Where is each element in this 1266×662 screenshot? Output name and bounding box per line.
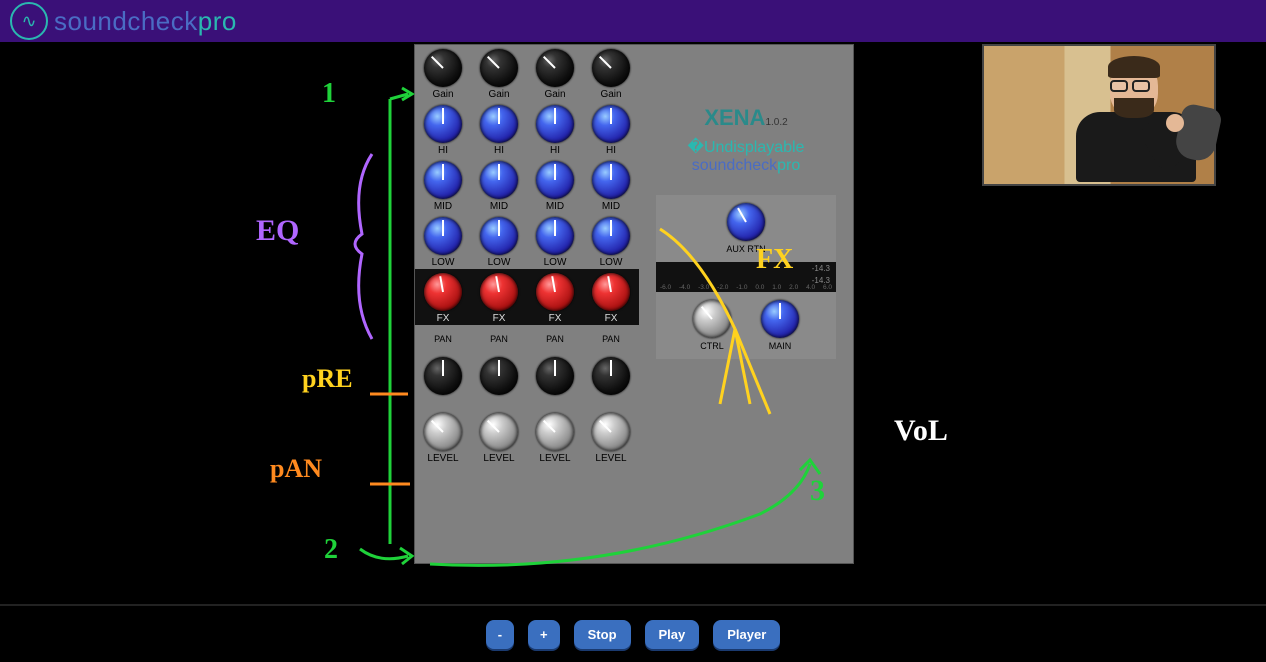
- pan-label: PAN: [546, 334, 564, 344]
- pan-knob[interactable]: [480, 357, 518, 395]
- low-label: LOW: [432, 257, 455, 268]
- product-brand-b: pro: [777, 157, 800, 174]
- level-label: LEVEL: [483, 453, 514, 464]
- low-label: LOW: [544, 257, 567, 268]
- level-knob[interactable]: [480, 413, 518, 451]
- mid-label: MID: [490, 201, 508, 212]
- mid-label: MID: [546, 201, 564, 212]
- pan-label: PAN: [490, 334, 508, 344]
- product-name: XENA: [704, 105, 765, 130]
- level-knob[interactable]: [592, 413, 630, 451]
- player-button[interactable]: Player: [713, 620, 780, 649]
- annotation-pre: pRE: [302, 364, 353, 394]
- hi-label: HI: [494, 145, 504, 156]
- gain-knob[interactable]: [424, 49, 462, 87]
- hi-knob[interactable]: [424, 105, 462, 143]
- zoom-in-button[interactable]: +: [528, 620, 560, 649]
- gain-label: Gain: [600, 89, 621, 100]
- low-knob[interactable]: [592, 217, 630, 255]
- mid-label: MID: [602, 201, 620, 212]
- fx-label: FX: [605, 313, 618, 324]
- brand-wordmark: soundcheckpro: [54, 6, 237, 37]
- product-version: 1.0.2: [765, 117, 787, 128]
- presenter-webcam: [982, 44, 1216, 186]
- master-panel: AUX RTN -14.3 -14.3 -6.0-4.0-3.0-2.0-1.0…: [656, 195, 836, 359]
- meter-ticks: -6.0-4.0-3.0-2.0-1.00.01.02.04.06.0: [656, 284, 836, 291]
- output-meter: -14.3 -14.3 -6.0-4.0-3.0-2.0-1.00.01.02.…: [656, 262, 836, 292]
- pan-label: PAN: [602, 334, 620, 344]
- low-knob[interactable]: [480, 217, 518, 255]
- fx-label: FX: [493, 313, 506, 324]
- mid-knob[interactable]: [536, 161, 574, 199]
- low-knob[interactable]: [424, 217, 462, 255]
- brand-word-a: soundcheck: [54, 6, 198, 36]
- header-bar: ∿ soundcheckpro: [0, 0, 1266, 44]
- fx-knob[interactable]: [536, 273, 574, 311]
- ctrl-knob[interactable]: [693, 300, 731, 338]
- stage: Gain HI MID LOW FX PAN LEVEL Gain HI MID…: [0, 44, 1266, 604]
- pan-knob[interactable]: [592, 357, 630, 395]
- aux-rtn-knob[interactable]: [727, 203, 765, 241]
- stop-button[interactable]: Stop: [574, 620, 631, 649]
- low-label: LOW: [488, 257, 511, 268]
- hi-knob[interactable]: [592, 105, 630, 143]
- brand-word-b: pro: [198, 6, 237, 36]
- low-knob[interactable]: [536, 217, 574, 255]
- pan-knob[interactable]: [536, 357, 574, 395]
- hi-label: HI: [550, 145, 560, 156]
- aux-rtn-label: AUX RTN: [726, 244, 765, 254]
- gain-knob[interactable]: [536, 49, 574, 87]
- fx-knob[interactable]: [424, 273, 462, 311]
- hi-label: HI: [606, 145, 616, 156]
- transport-bar: - + Stop Play Player: [0, 604, 1266, 662]
- annotation-step-2: 2: [324, 534, 338, 566]
- channel-strip: Gain HI MID LOW FX PAN LEVEL: [527, 45, 583, 563]
- gain-knob[interactable]: [592, 49, 630, 87]
- level-label: LEVEL: [595, 453, 626, 464]
- gain-knob[interactable]: [480, 49, 518, 87]
- level-knob[interactable]: [424, 413, 462, 451]
- annotation-eq: EQ: [256, 214, 299, 248]
- annotation-pan: pAN: [270, 454, 322, 484]
- channel-strip: Gain HI MID LOW FX PAN LEVEL: [583, 45, 639, 563]
- master-section: XENA1.0.2 �Undisplayable soundcheckpro A…: [639, 45, 853, 563]
- mid-label: MID: [434, 201, 452, 212]
- pan-knob[interactable]: [424, 357, 462, 395]
- channel-strips: Gain HI MID LOW FX PAN LEVEL Gain HI MID…: [415, 45, 639, 563]
- main-label: MAIN: [769, 341, 792, 351]
- channel-strip: Gain HI MID LOW FX PAN LEVEL: [415, 45, 471, 563]
- mixer-panel: Gain HI MID LOW FX PAN LEVEL Gain HI MID…: [414, 44, 854, 564]
- presenter-figure: [1070, 50, 1200, 180]
- pan-label: PAN: [434, 334, 452, 344]
- play-button[interactable]: Play: [645, 620, 700, 649]
- mid-knob[interactable]: [424, 161, 462, 199]
- gain-label: Gain: [488, 89, 509, 100]
- mid-knob[interactable]: [480, 161, 518, 199]
- brand-logo-icon: ∿: [10, 2, 48, 40]
- channel-strip: Gain HI MID LOW FX PAN LEVEL: [471, 45, 527, 563]
- meter-value-l: -14.3: [812, 264, 830, 273]
- fx-label: FX: [437, 313, 450, 324]
- low-label: LOW: [600, 257, 623, 268]
- ctrl-label: CTRL: [700, 341, 724, 351]
- fx-label: FX: [549, 313, 562, 324]
- level-label: LEVEL: [539, 453, 570, 464]
- gain-label: Gain: [432, 89, 453, 100]
- gain-label: Gain: [544, 89, 565, 100]
- fx-knob[interactable]: [592, 273, 630, 311]
- level-knob[interactable]: [536, 413, 574, 451]
- hi-knob[interactable]: [480, 105, 518, 143]
- zoom-out-button[interactable]: -: [486, 620, 514, 649]
- product-brand-a: soundcheck: [692, 157, 777, 174]
- annotation-step-1: 1: [322, 78, 336, 110]
- product-brand: �Undisplayable soundcheckpro: [645, 137, 847, 175]
- hi-label: HI: [438, 145, 448, 156]
- fx-knob[interactable]: [480, 273, 518, 311]
- hi-knob[interactable]: [536, 105, 574, 143]
- main-knob[interactable]: [761, 300, 799, 338]
- annotation-vol: VoL: [894, 414, 948, 448]
- level-label: LEVEL: [427, 453, 458, 464]
- mid-knob[interactable]: [592, 161, 630, 199]
